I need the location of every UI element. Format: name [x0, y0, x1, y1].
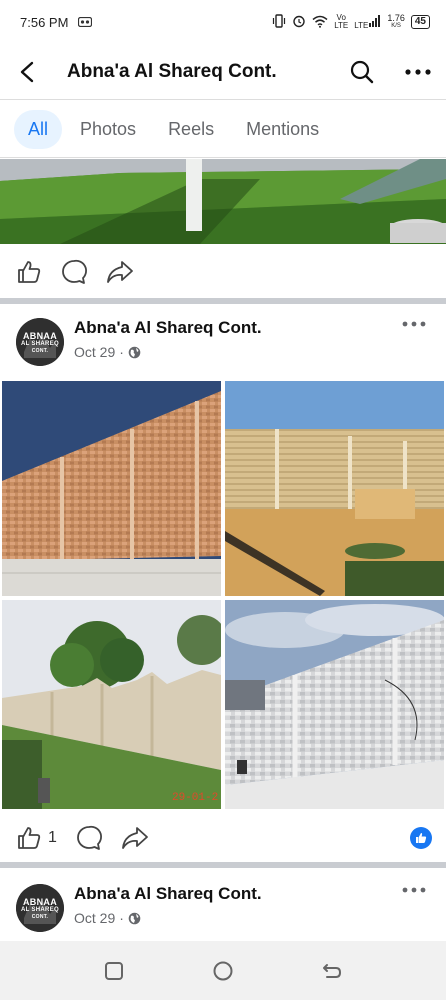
- post-meta: Oct 29 ·: [74, 344, 141, 360]
- like-reaction-badge[interactable]: [410, 827, 432, 849]
- battery-indicator: 45: [410, 15, 430, 29]
- more-icon: [405, 68, 431, 75]
- post-author[interactable]: Abna'a Al Shareq Cont.: [74, 884, 262, 904]
- recent-apps-button[interactable]: [94, 951, 134, 991]
- recent-apps-icon: [105, 961, 124, 980]
- tab-mentions[interactable]: Mentions: [232, 110, 333, 149]
- avatar-text-1: ABNAA: [23, 896, 57, 907]
- share-button[interactable]: [121, 818, 149, 858]
- back-nav-icon: [322, 963, 341, 978]
- lte-indicator: LTE: [354, 14, 381, 30]
- comment-icon: [77, 825, 102, 850]
- vibrate-icon: [272, 14, 286, 30]
- more-icon: [402, 321, 426, 327]
- tab-photos[interactable]: Photos: [66, 110, 150, 149]
- post-more-button[interactable]: [394, 878, 434, 902]
- grid-photo-2[interactable]: [225, 381, 444, 596]
- comment-icon: [62, 259, 87, 284]
- status-left: 7:56 PM: [20, 14, 93, 30]
- post-actions: 1: [0, 810, 446, 866]
- post-separator: [0, 298, 446, 304]
- post-author[interactable]: Abna'a Al Shareq Cont.: [74, 318, 262, 338]
- filter-tabs: All Photos Reels Mentions: [0, 101, 446, 157]
- status-time: 7:56 PM: [20, 14, 69, 30]
- avatar[interactable]: ABNAA AL SHAREQ CONT.: [16, 884, 64, 932]
- post-separator: [0, 862, 446, 868]
- app-header: Abna'a Al Shareq Cont.: [0, 44, 446, 100]
- grid-photo-4[interactable]: [225, 600, 444, 809]
- avatar-text-3: CONT.: [31, 913, 49, 920]
- like-reaction-icon: [416, 833, 427, 843]
- home-button[interactable]: [203, 951, 243, 991]
- page-title: Abna'a Al Shareq Cont.: [67, 60, 277, 82]
- signal-icon: [369, 14, 381, 30]
- share-icon: [107, 261, 133, 283]
- photo-grid: 29-01-2: [2, 381, 444, 809]
- like-count[interactable]: 1: [48, 829, 57, 847]
- status-bar: 7:56 PM Vo LTE LTE 1.76 K/S 45: [0, 0, 446, 44]
- avatar-text-2: AL SHAREQ: [21, 906, 59, 913]
- globe-icon: [128, 346, 141, 358]
- avatar[interactable]: ABNAA AL SHAREQ CONT.: [16, 318, 64, 366]
- post-header: ABNAA AL SHAREQ CONT. Abna'a Al Shareq C…: [0, 318, 446, 388]
- back-arrow-icon: [20, 61, 34, 82]
- system-nav-bar: [0, 941, 446, 1000]
- share-button[interactable]: [106, 252, 134, 292]
- system-back-button[interactable]: [312, 951, 352, 991]
- volte-indicator: Vo LTE: [334, 13, 349, 30]
- post-date[interactable]: Oct 29: [74, 910, 115, 926]
- meta-separator: ·: [119, 910, 124, 926]
- globe-icon: [128, 912, 141, 924]
- avatar-text-3: CONT.: [31, 347, 49, 354]
- like-button[interactable]: [16, 818, 42, 858]
- avatar-text-1: ABNAA: [23, 330, 57, 341]
- home-icon: [213, 961, 233, 980]
- more-options-button[interactable]: [390, 44, 446, 100]
- grid-photo-1[interactable]: [2, 381, 221, 596]
- avatar-text-2: AL SHAREQ: [21, 340, 59, 347]
- tabs-divider: [0, 157, 446, 158]
- post-date[interactable]: Oct 29: [74, 344, 115, 360]
- post-meta: Oct 29 ·: [74, 910, 141, 926]
- network-speed: 1.76 K/S: [387, 13, 405, 30]
- post-actions: [0, 244, 446, 300]
- notification-icon: [78, 16, 93, 29]
- like-icon: [18, 827, 41, 849]
- more-icon: [402, 887, 426, 893]
- alarm-icon: [292, 14, 306, 30]
- post-more-button[interactable]: [394, 312, 434, 336]
- wifi-icon: [312, 15, 328, 30]
- comment-button[interactable]: [75, 818, 103, 858]
- tab-all[interactable]: All: [14, 109, 63, 149]
- meta-separator: ·: [119, 344, 124, 360]
- photo-timestamp: 29-01-2: [172, 792, 218, 804]
- comment-button[interactable]: [60, 252, 88, 292]
- like-button[interactable]: [16, 252, 42, 292]
- search-icon: [350, 60, 374, 83]
- back-button[interactable]: [0, 44, 56, 100]
- tab-reels[interactable]: Reels: [154, 110, 228, 149]
- share-icon: [122, 827, 148, 849]
- grid-photo-3[interactable]: 29-01-2: [2, 600, 221, 809]
- like-icon: [18, 261, 41, 283]
- status-right: Vo LTE LTE 1.76 K/S 45: [272, 14, 430, 30]
- post-photo-lawn[interactable]: [0, 159, 446, 244]
- search-button[interactable]: [334, 44, 390, 100]
